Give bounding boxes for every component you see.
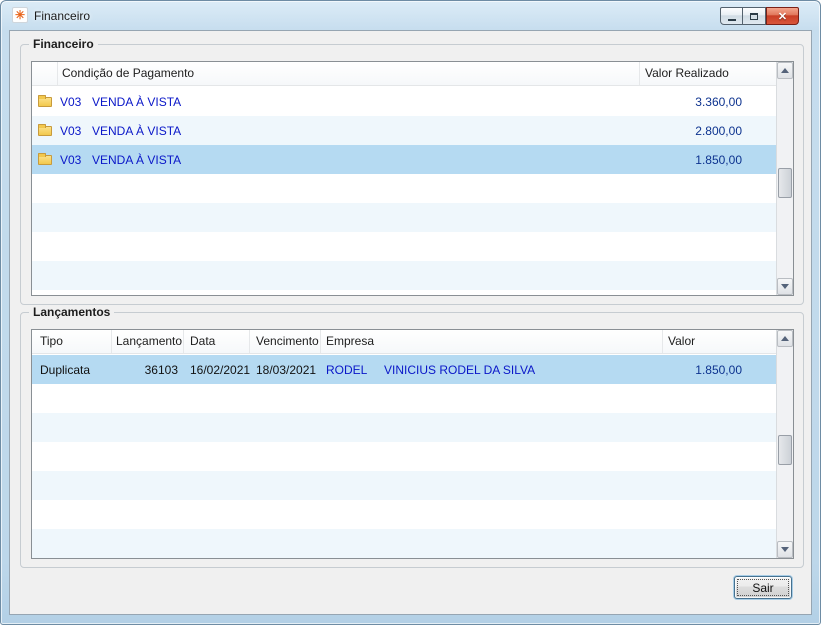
scroll-up-icon xyxy=(781,68,789,73)
lancamento-tipo: Duplicata xyxy=(40,362,91,377)
financeiro-group-title: Financeiro xyxy=(29,37,98,51)
lancamento-row-selected[interactable]: Duplicata 36103 16/02/2021 18/03/2021 RO… xyxy=(32,355,776,384)
condicao-descricao: VENDA À VISTA xyxy=(92,152,182,167)
lancamentos-groupbox: Lançamentos Tipo Lançamento Data Vencime… xyxy=(20,305,804,568)
lancamento-data: 16/02/2021 xyxy=(190,362,251,377)
close-icon: ✕ xyxy=(777,10,788,23)
minimize-button[interactable] xyxy=(720,7,743,25)
valor-realizado: 2.800,00 xyxy=(695,123,742,138)
desktop: ✳ Financeiro ✕ Financeiro Condição de Pa… xyxy=(0,0,821,625)
financeiro-groupbox: Financeiro Condição de Pagamento Valor R… xyxy=(20,37,804,305)
empresa-codigo: RODEL xyxy=(326,362,368,377)
empresa-nome: VINICIUS RODEL DA SILVA xyxy=(384,362,536,377)
scroll-down-icon xyxy=(781,284,789,289)
valor-realizado: 1.850,00 xyxy=(695,152,742,167)
window-title: Financeiro xyxy=(34,9,91,23)
empty-row xyxy=(32,413,776,442)
lancamentos-scrollbar[interactable] xyxy=(776,330,793,558)
scrollbar-thumb[interactable] xyxy=(778,435,792,465)
financeiro-list-body: V03 VENDA À VISTA 3.360,00 V03 VENDA À V… xyxy=(32,87,776,295)
condicao-codigo: V03 xyxy=(60,94,82,109)
scroll-up-icon xyxy=(781,336,789,341)
folder-icon xyxy=(32,123,58,136)
titlebar[interactable]: ✳ Financeiro ✕ xyxy=(1,1,820,30)
vencimento-column-header[interactable]: Vencimento xyxy=(250,330,321,353)
condicao-codigo: V03 xyxy=(60,152,82,167)
valor-realizado: 3.360,00 xyxy=(695,94,742,109)
window-controls: ✕ xyxy=(720,7,799,25)
lancamentos-group-title: Lançamentos xyxy=(29,305,115,319)
empty-row xyxy=(32,442,776,471)
condicao-descricao: VENDA À VISTA xyxy=(92,94,182,109)
scroll-down-button[interactable] xyxy=(777,278,793,295)
lancamentos-list-header: Tipo Lançamento Data Vencimento Empresa … xyxy=(32,330,776,354)
financeiro-list-header: Condição de Pagamento Valor Realizado xyxy=(32,62,776,86)
lancamentos-list-body: Duplicata 36103 16/02/2021 18/03/2021 RO… xyxy=(32,355,776,558)
financeiro-scrollbar[interactable] xyxy=(776,62,793,295)
lancamentos-listview[interactable]: Tipo Lançamento Data Vencimento Empresa … xyxy=(31,329,794,559)
empty-row xyxy=(32,471,776,500)
lancamento-valor: 1.850,00 xyxy=(695,362,742,377)
empty-row xyxy=(32,232,776,261)
valor-realizado-column-header[interactable]: Valor Realizado xyxy=(640,62,776,85)
financeiro-row-selected[interactable]: V03 VENDA À VISTA 1.850,00 xyxy=(32,145,776,174)
financeiro-row[interactable]: V03 VENDA À VISTA 3.360,00 xyxy=(32,87,776,116)
maximize-icon xyxy=(750,12,758,20)
financeiro-listview[interactable]: Condição de Pagamento Valor Realizado V0… xyxy=(31,61,794,296)
empty-row xyxy=(32,203,776,232)
client-area: Financeiro Condição de Pagamento Valor R… xyxy=(9,30,812,615)
lancamento-vencimento: 18/03/2021 xyxy=(256,362,317,377)
condicao-codigo: V03 xyxy=(60,123,82,138)
condicao-column-header[interactable]: Condição de Pagamento xyxy=(58,62,640,85)
scroll-up-button[interactable] xyxy=(777,330,793,347)
app-icon: ✳ xyxy=(12,7,28,23)
financeiro-window: ✳ Financeiro ✕ Financeiro Condição de Pa… xyxy=(0,0,821,625)
empty-row xyxy=(32,384,776,413)
valor-column-header[interactable]: Valor xyxy=(663,330,776,353)
empty-row xyxy=(32,261,776,290)
lancamento-empresa: RODEL VINICIUS RODEL DA SILVA xyxy=(321,363,663,377)
scroll-down-icon xyxy=(781,547,789,552)
icon-column-header[interactable] xyxy=(32,62,58,85)
folder-icon xyxy=(32,152,58,165)
financeiro-row[interactable]: V03 VENDA À VISTA 2.800,00 xyxy=(32,116,776,145)
empresa-column-header[interactable]: Empresa xyxy=(321,330,663,353)
lancamento-column-header[interactable]: Lançamento xyxy=(112,330,184,353)
close-button[interactable]: ✕ xyxy=(766,7,799,25)
sair-button[interactable]: Sair xyxy=(734,576,792,599)
scroll-down-button[interactable] xyxy=(777,541,793,558)
tipo-column-header[interactable]: Tipo xyxy=(32,330,112,353)
folder-icon xyxy=(32,94,58,107)
empty-row xyxy=(32,500,776,529)
condicao-descricao: VENDA À VISTA xyxy=(92,123,182,138)
scrollbar-thumb[interactable] xyxy=(778,168,792,198)
data-column-header[interactable]: Data xyxy=(184,330,250,353)
maximize-button[interactable] xyxy=(743,7,766,25)
minimize-icon xyxy=(727,19,736,21)
empty-row xyxy=(32,529,776,558)
empty-row xyxy=(32,174,776,203)
scroll-up-button[interactable] xyxy=(777,62,793,79)
lancamento-numero: 36103 xyxy=(144,362,178,377)
